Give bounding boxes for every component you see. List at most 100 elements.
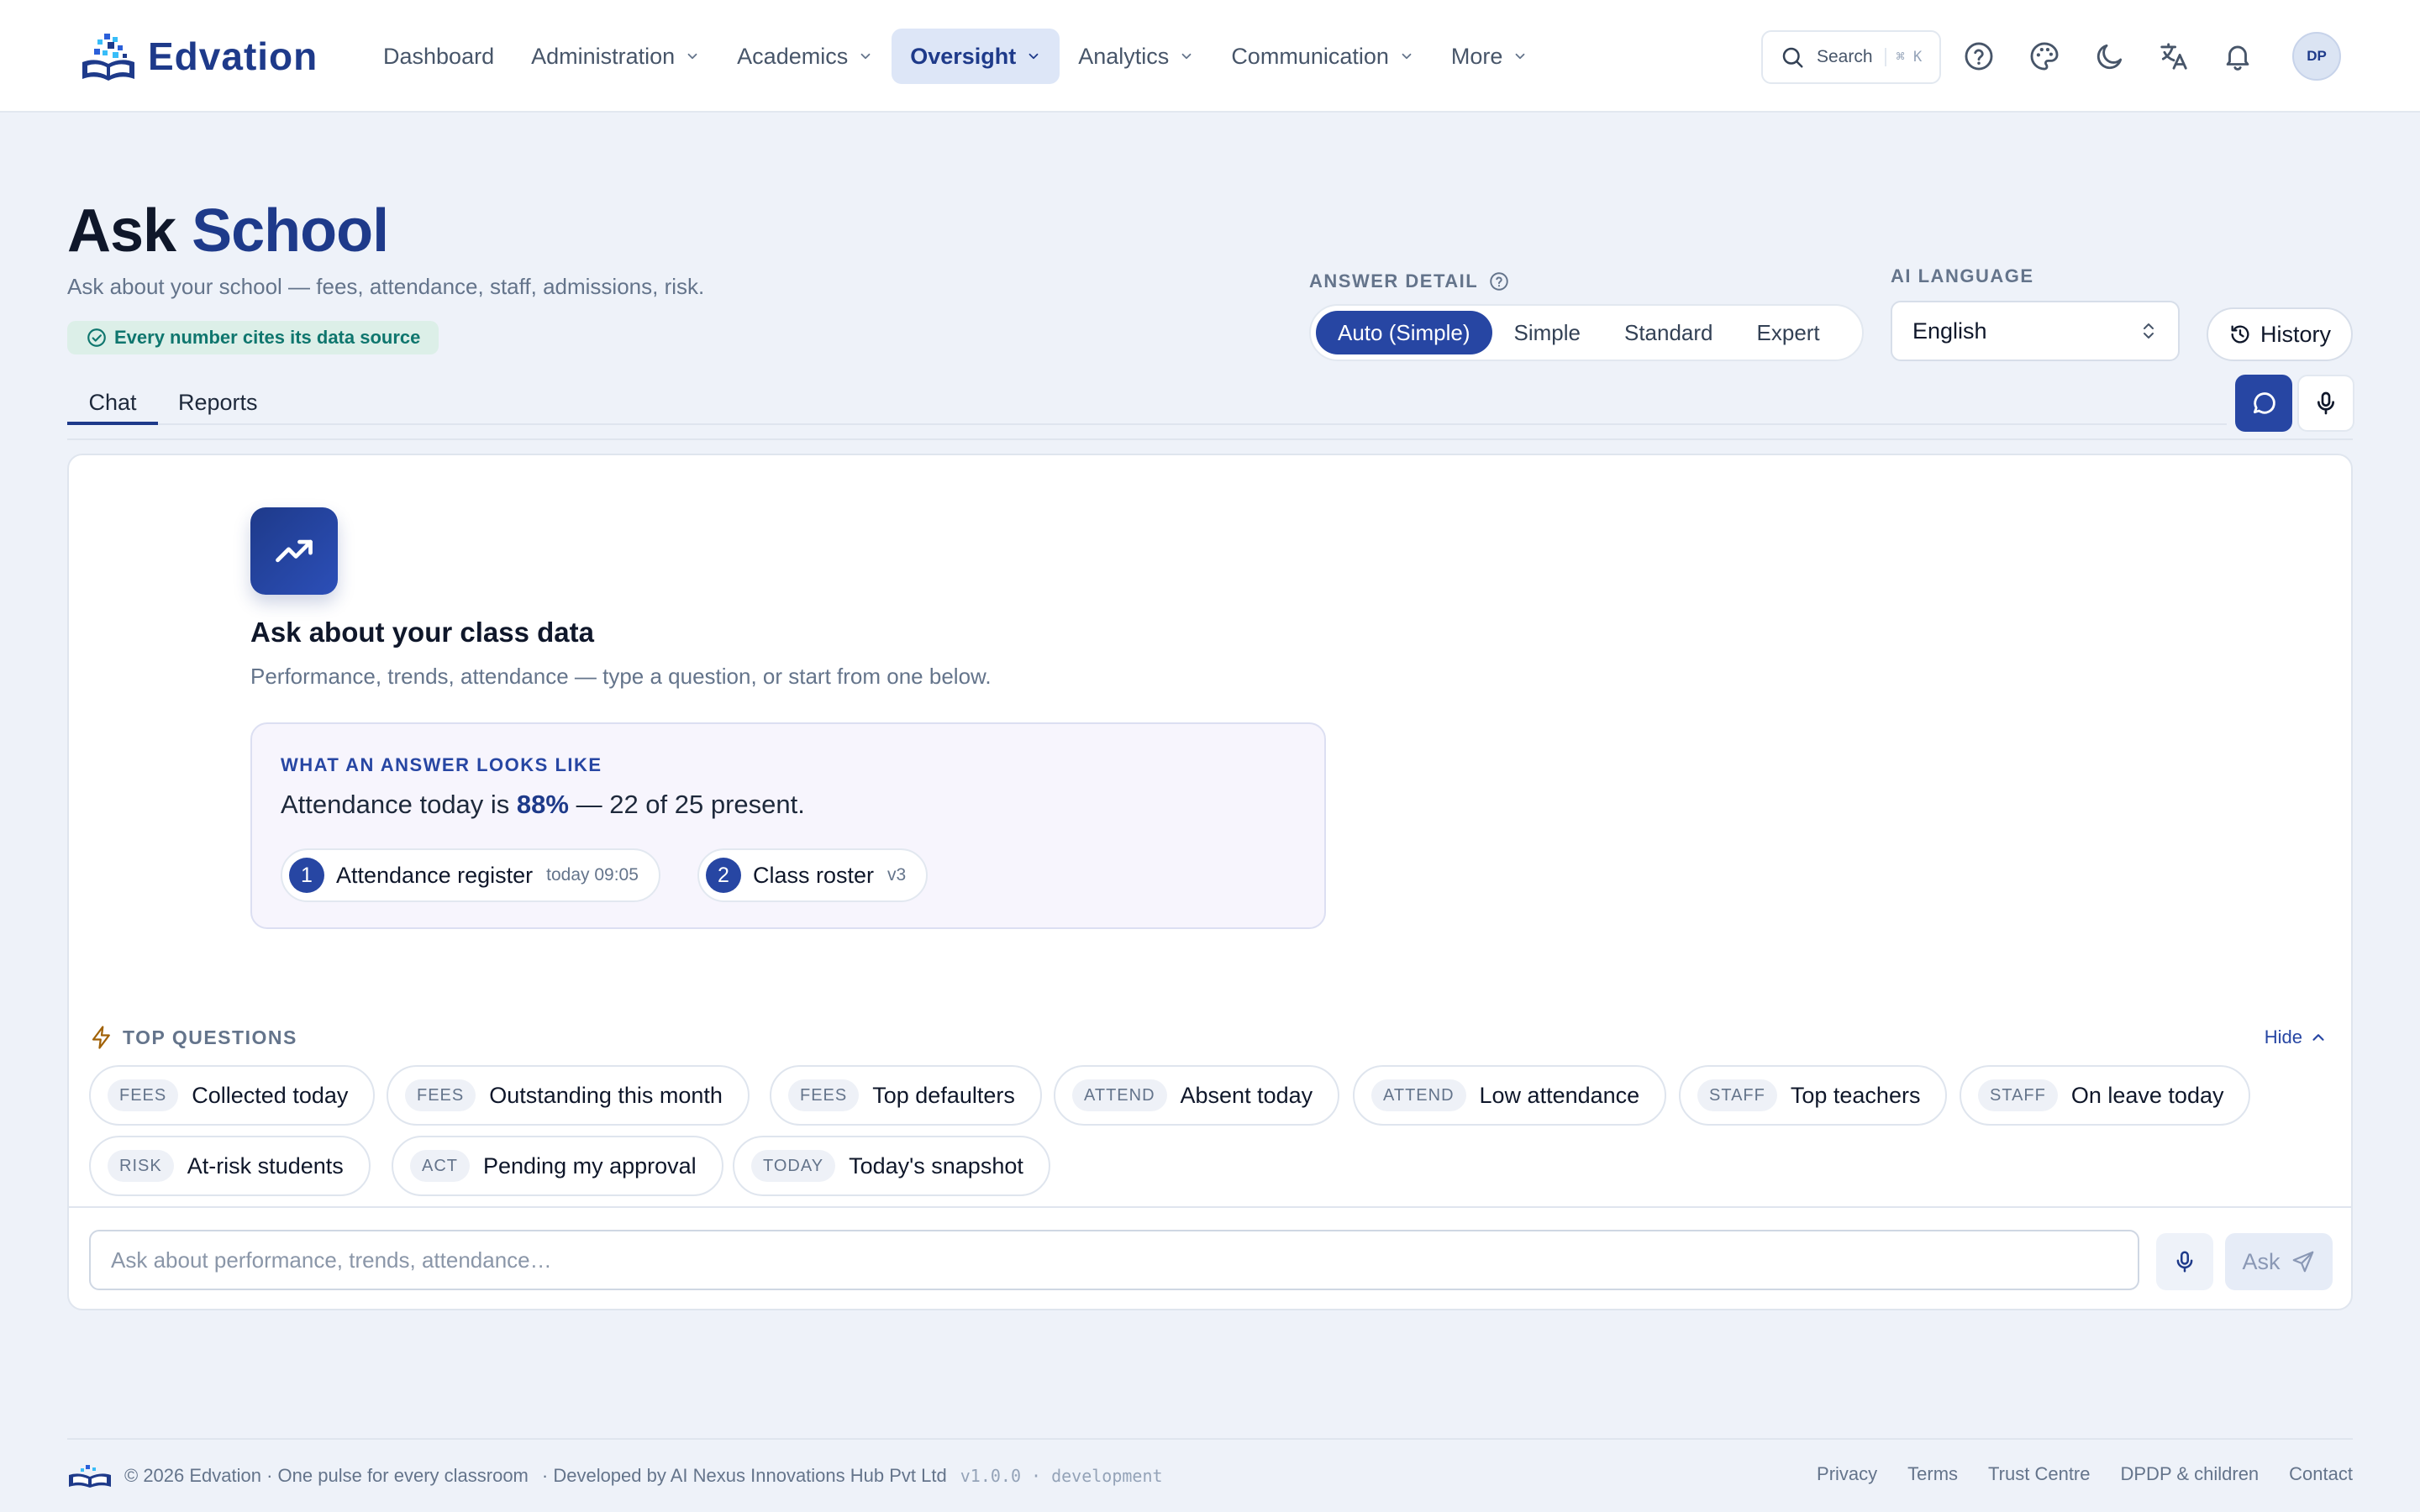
question-tag: STAFF xyxy=(1697,1079,1777,1111)
bell-icon[interactable] xyxy=(2222,40,2254,72)
chevron-up-down-icon xyxy=(2144,323,2154,339)
question-chip-top-defaulters[interactable]: FEES Top defaulters xyxy=(770,1065,1042,1126)
footer-link-dpdp-children[interactable]: DPDP & children xyxy=(2121,1463,2260,1485)
chevron-down-icon xyxy=(860,53,871,60)
translate-icon[interactable] xyxy=(2158,40,2190,72)
voice-mode-button[interactable] xyxy=(2297,375,2354,432)
page-title-plain: Ask xyxy=(67,197,176,265)
nav-oversight[interactable]: Oversight xyxy=(892,29,1060,84)
answer-detail-label: ANSWER DETAIL xyxy=(1309,270,1510,292)
question-chip-pending-my-approval[interactable]: ACT Pending my approval xyxy=(392,1136,723,1196)
ai-language-value: English xyxy=(1912,318,1987,344)
ask-submit-button[interactable]: Ask xyxy=(2225,1233,2333,1290)
nav-dashboard[interactable]: Dashboard xyxy=(365,29,513,84)
question-text: Top teachers xyxy=(1790,1082,1921,1108)
source-number: 1 xyxy=(289,858,324,893)
question-chip-low-attendance[interactable]: ATTEND Low attendance xyxy=(1353,1065,1667,1126)
question-chip-absent-today[interactable]: ATTEND Absent today xyxy=(1054,1065,1340,1126)
nav-label: Administration xyxy=(531,43,676,69)
footer-link-trust-centre[interactable]: Trust Centre xyxy=(1988,1463,2090,1485)
question-text: Pending my approval xyxy=(483,1152,697,1179)
source-chip[interactable]: 2 Class roster v3 xyxy=(697,848,929,902)
nav-academics[interactable]: Academics xyxy=(718,29,892,84)
nav-label: More xyxy=(1450,43,1503,69)
tab-reports[interactable]: Reports xyxy=(178,380,258,425)
footer-version: v1.0.0 · development xyxy=(960,1466,1163,1486)
check-circle-icon xyxy=(87,328,106,347)
question-tag: TODAY xyxy=(751,1150,836,1182)
send-icon xyxy=(2292,1251,2313,1273)
question-text: Low attendance xyxy=(1479,1082,1640,1108)
history-button[interactable]: History xyxy=(2207,307,2353,361)
nav-more[interactable]: More xyxy=(1433,29,1547,84)
question-chip-top-teachers[interactable]: STAFF Top teachers xyxy=(1679,1065,1948,1126)
brand-name: Edvation xyxy=(148,34,318,78)
top-questions-header: TOP QUESTIONS xyxy=(89,1025,297,1050)
chevron-down-icon xyxy=(1516,53,1525,60)
example-answer-prefix: Attendance today is xyxy=(281,790,510,819)
question-tag: FEES xyxy=(788,1079,860,1111)
hide-label: Hide xyxy=(2264,1026,2302,1047)
search-icon xyxy=(1782,47,1803,68)
question-tag: ACT xyxy=(410,1150,470,1182)
ask-input[interactable] xyxy=(89,1230,2139,1290)
source-chip[interactable]: 1 Attendance register today 09:05 xyxy=(281,848,660,902)
example-label: WHAT AN ANSWER LOOKS LIKE xyxy=(281,754,602,775)
chat-bubble-icon xyxy=(2253,392,2275,414)
brand[interactable]: Edvation xyxy=(79,29,318,84)
source-meta: v3 xyxy=(887,865,907,885)
tab-chat[interactable]: Chat xyxy=(67,380,158,425)
footer-link-terms[interactable]: Terms xyxy=(1907,1463,1958,1485)
footer-links: Privacy Terms Trust Centre DPDP & childr… xyxy=(1786,1463,2353,1485)
question-chip-collected-today[interactable]: FEES Collected today xyxy=(89,1065,376,1126)
source-number: 2 xyxy=(706,858,741,893)
nav-analytics[interactable]: Analytics xyxy=(1060,29,1213,84)
dictate-button[interactable] xyxy=(2156,1233,2213,1290)
question-text: Top defaulters xyxy=(872,1082,1015,1108)
palette-icon[interactable] xyxy=(2028,40,2060,72)
main-nav: Dashboard Administration Academics Overs… xyxy=(365,29,1546,84)
nav-communication[interactable]: Communication xyxy=(1213,29,1433,84)
ask-label: Ask xyxy=(2242,1248,2281,1274)
edvation-logo-icon xyxy=(82,34,134,81)
nav-administration[interactable]: Administration xyxy=(513,29,718,84)
empty-state-title: Ask about your class data xyxy=(250,617,594,648)
ai-language-select[interactable]: English xyxy=(1891,301,2180,361)
search-divider xyxy=(1884,48,1886,66)
footer-link-privacy[interactable]: Privacy xyxy=(1817,1463,1877,1485)
question-chip-todays-snapshot[interactable]: TODAY Today's snapshot xyxy=(733,1136,1050,1196)
question-text: Today's snapshot xyxy=(849,1152,1023,1179)
global-search-button[interactable]: Search ⌘ K xyxy=(1761,30,1941,84)
hide-top-questions-button[interactable]: Hide xyxy=(2265,1026,2328,1048)
answer-detail-standard[interactable]: Standard xyxy=(1602,311,1735,354)
chevron-down-icon xyxy=(1402,53,1412,60)
user-avatar[interactable]: DP xyxy=(2292,32,2341,81)
chevron-down-icon xyxy=(687,53,697,60)
question-chip-outstanding-this-month[interactable]: FEES Outstanding this month xyxy=(387,1065,750,1126)
microphone-icon xyxy=(2317,391,2334,415)
search-label: Search xyxy=(1817,47,1873,66)
chat-mode-button[interactable] xyxy=(2235,375,2292,432)
answer-detail-expert[interactable]: Expert xyxy=(1735,311,1842,354)
footer-link-contact[interactable]: Contact xyxy=(2289,1463,2353,1485)
chevron-down-icon xyxy=(1028,53,1039,60)
source-name: Attendance register xyxy=(336,862,534,888)
tab-label: Chat xyxy=(88,390,137,415)
help-circle-icon[interactable] xyxy=(1488,270,1510,292)
data-source-badge-label: Every number cites its data source xyxy=(114,327,421,348)
moon-icon[interactable] xyxy=(2094,40,2126,72)
question-tag: ATTEND xyxy=(1371,1079,1466,1111)
footer-info: © 2026 Edvation · One pulse for every cl… xyxy=(67,1463,1163,1488)
edvation-logo-icon xyxy=(69,1465,111,1488)
page-title: Ask School xyxy=(67,193,389,269)
question-text: Collected today xyxy=(192,1082,349,1108)
help-circle-icon[interactable] xyxy=(1963,40,1995,72)
question-chip-at-risk-students[interactable]: RISK At-risk students xyxy=(89,1136,371,1196)
answer-detail-simple[interactable]: Simple xyxy=(1492,311,1602,354)
top-questions-label: TOP QUESTIONS xyxy=(123,1026,297,1048)
question-chip-on-leave-today[interactable]: STAFF On leave today xyxy=(1960,1065,2251,1126)
divider xyxy=(67,438,2353,440)
ai-language-label: AI LANGUAGE xyxy=(1891,265,2034,286)
answer-detail-auto[interactable]: Auto (Simple) xyxy=(1316,311,1492,354)
footer-copyright: © 2026 Edvation · One pulse for every cl… xyxy=(124,1465,529,1486)
